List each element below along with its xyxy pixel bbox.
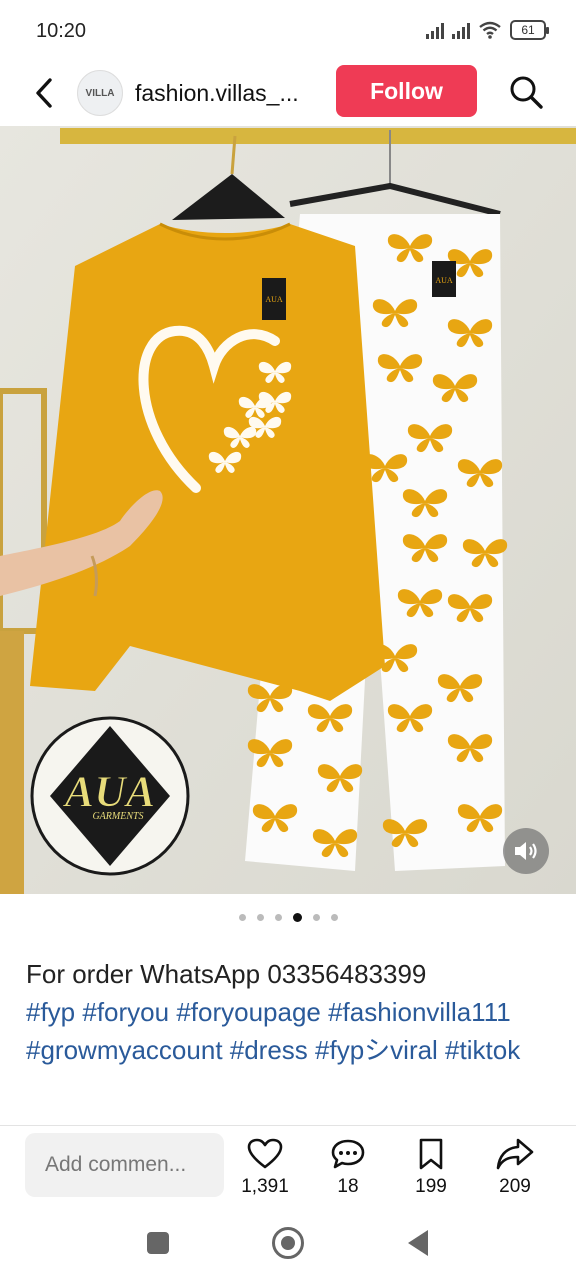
like-button[interactable]: 1,391 bbox=[230, 1138, 300, 1198]
status-icons: 61 bbox=[426, 20, 549, 40]
comment-icon bbox=[331, 1139, 365, 1169]
volume-button[interactable] bbox=[503, 828, 549, 874]
share-count: 209 bbox=[499, 1176, 531, 1197]
carousel-dot bbox=[312, 914, 320, 921]
status-bar: 10:20 61 bbox=[0, 0, 576, 62]
clock: 10:20 bbox=[36, 20, 87, 42]
back-icon[interactable] bbox=[408, 1230, 428, 1256]
avatar-text: VILLA bbox=[85, 87, 115, 99]
post-image[interactable]: AUA AUA AUA GARMENTS bbox=[0, 126, 576, 894]
battery-icon: 61 bbox=[510, 20, 549, 40]
top-bar: VILLA fashion.villas_... Follow bbox=[0, 62, 576, 124]
carousel-dot bbox=[274, 914, 282, 921]
save-button[interactable]: 199 bbox=[396, 1138, 466, 1198]
share-icon bbox=[496, 1138, 534, 1170]
carousel-indicator bbox=[0, 913, 576, 922]
product-photo: AUA AUA AUA GARMENTS bbox=[0, 126, 576, 894]
follow-button[interactable]: Follow bbox=[336, 65, 477, 117]
hashtags[interactable]: #fyp #foryou #foryoupage #fashionvilla11… bbox=[26, 993, 556, 1069]
carousel-dot bbox=[330, 914, 338, 921]
recents-icon[interactable] bbox=[147, 1232, 169, 1254]
carousel-dot bbox=[238, 914, 246, 921]
post-caption: For order WhatsApp 03356483399 #fyp #for… bbox=[26, 955, 556, 1069]
divider bbox=[0, 1125, 576, 1126]
logo-subtext: GARMENTS bbox=[92, 811, 143, 822]
bookmark-icon bbox=[419, 1138, 443, 1170]
avatar[interactable]: VILLA bbox=[77, 70, 123, 116]
carousel-dot bbox=[256, 914, 264, 921]
heart-icon bbox=[247, 1138, 283, 1169]
share-button[interactable]: 209 bbox=[480, 1138, 550, 1198]
signal-icon-2 bbox=[452, 21, 470, 39]
system-nav-bar bbox=[0, 1210, 576, 1280]
username[interactable]: fashion.villas_... bbox=[135, 80, 299, 107]
carousel-dot-active bbox=[292, 913, 302, 922]
like-count: 1,391 bbox=[241, 1176, 289, 1197]
brand-logo: AUA GARMENTS bbox=[30, 716, 190, 876]
speaker-icon bbox=[515, 842, 537, 860]
wifi-icon bbox=[479, 21, 501, 39]
tag-text-2: AUA bbox=[265, 295, 283, 304]
caption-text: For order WhatsApp 03356483399 bbox=[26, 959, 427, 989]
back-arrow-icon[interactable] bbox=[30, 76, 60, 110]
comment-count: 18 bbox=[337, 1176, 359, 1197]
signal-icon bbox=[426, 21, 444, 39]
logo-text: AUA bbox=[62, 767, 155, 816]
comment-input[interactable]: Add commen... bbox=[25, 1133, 224, 1197]
tag-text: AUA bbox=[435, 276, 453, 285]
save-count: 199 bbox=[415, 1176, 447, 1197]
search-icon[interactable] bbox=[508, 74, 544, 110]
home-icon[interactable] bbox=[272, 1227, 304, 1259]
comment-button[interactable]: 18 bbox=[313, 1138, 383, 1198]
